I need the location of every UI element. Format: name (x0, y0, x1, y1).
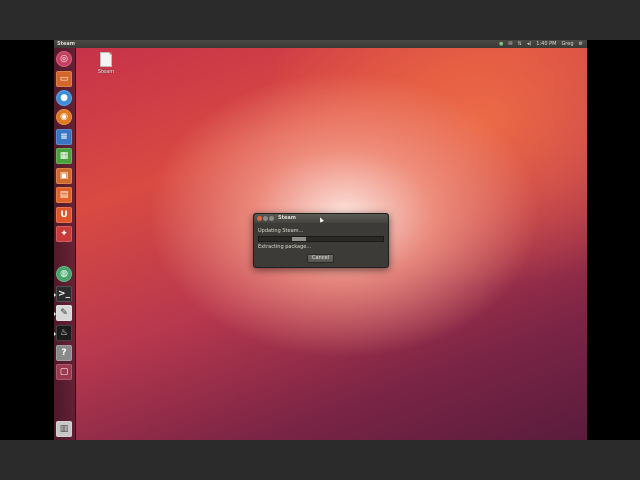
ubuntu-one-icon[interactable]: U (56, 207, 72, 223)
desktop-screen: Steam ● ✉ ⇅ ◂) 1:40 PM Greg ⚙ ◎ ▭ ● ◉ ≡ … (54, 40, 587, 440)
desktop-file-steam[interactable]: Steam (96, 52, 116, 75)
terminal-icon[interactable]: >_ (56, 286, 72, 302)
steam-icon[interactable]: ♨ (56, 325, 72, 341)
system-settings-icon[interactable]: ✦ (56, 226, 72, 242)
network-icon[interactable]: ⇅ (518, 40, 522, 48)
chromium-icon[interactable]: ● (56, 90, 72, 106)
unknown-app-icon[interactable]: ? (56, 345, 72, 361)
firefox-icon[interactable]: ◉ (56, 109, 72, 125)
active-app-title: Steam (57, 41, 75, 47)
pillarbox-left (0, 40, 54, 440)
update-substatus: Extracting package... (258, 244, 312, 250)
document-icon (100, 52, 112, 67)
clock[interactable]: 1:40 PM (536, 40, 556, 48)
dash-home-icon[interactable]: ◎ (56, 51, 72, 67)
update-status: Updating Steam... (258, 228, 304, 234)
cancel-button[interactable]: Cancel (307, 254, 334, 263)
steam-tray-icon[interactable]: ● (499, 40, 503, 48)
maximize-icon[interactable] (269, 216, 274, 221)
top-panel: Steam ● ✉ ⇅ ◂) 1:40 PM Greg ⚙ (54, 40, 587, 48)
dialog-title: Steam (278, 215, 296, 221)
libreoffice-impress-icon[interactable]: ▣ (56, 168, 72, 184)
files-icon[interactable]: ▭ (56, 71, 72, 87)
trash-icon[interactable]: ▥ (56, 421, 72, 437)
unity-launcher: ◎ ▭ ● ◉ ≡ ▦ ▣ ▤ U ✦ ◍ >_ ✎ ♨ ? ▢ ▥ (54, 48, 76, 440)
progress-fill (292, 237, 306, 241)
workspaces-icon[interactable]: ▢ (56, 364, 72, 380)
gear-icon[interactable]: ⚙ (579, 40, 583, 48)
indicator-area: ● ✉ ⇅ ◂) 1:40 PM Greg ⚙ (499, 40, 583, 48)
mail-icon[interactable]: ✉ (508, 40, 512, 48)
workspace-switcher-icon[interactable]: ◍ (56, 266, 72, 282)
progress-bar (258, 236, 384, 242)
close-icon[interactable] (257, 216, 262, 221)
software-center-icon[interactable]: ▤ (56, 187, 72, 203)
minimize-icon[interactable] (263, 216, 268, 221)
desktop-file-label: Steam (97, 69, 115, 75)
libreoffice-writer-icon[interactable]: ≡ (56, 129, 72, 145)
libreoffice-calc-icon[interactable]: ▦ (56, 148, 72, 164)
volume-icon[interactable]: ◂) (527, 40, 531, 48)
text-editor-icon[interactable]: ✎ (56, 305, 72, 321)
letterbox-bottom (0, 440, 640, 480)
user-name[interactable]: Greg (561, 40, 573, 48)
letterbox-top (0, 0, 640, 40)
pillarbox-right (587, 40, 640, 440)
